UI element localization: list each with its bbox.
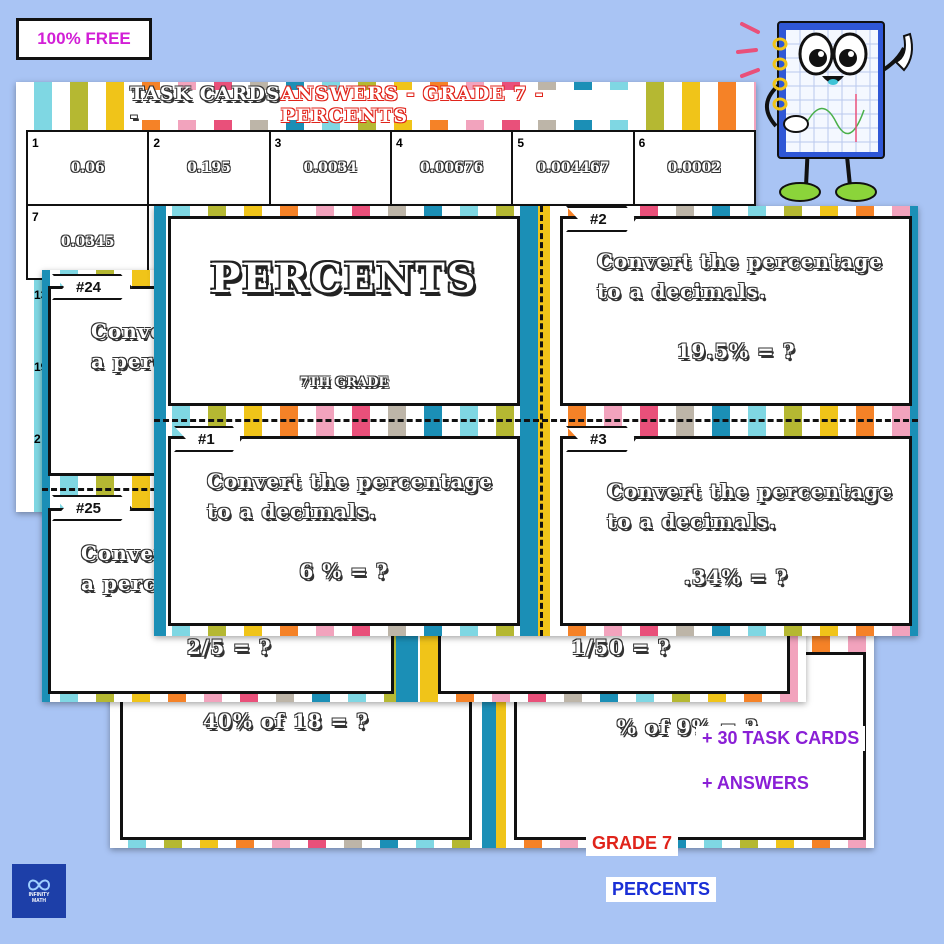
card-2-question: 19.5% = ?	[676, 339, 796, 363]
logo-line2: MATH	[31, 898, 47, 904]
card-25-line1: Conver	[81, 541, 166, 565]
card-2-line2: to a decimals.	[597, 279, 767, 303]
answer-cell: 4 0.00676	[389, 130, 514, 206]
infinity-icon	[27, 879, 51, 891]
card-2-line1: Convert the percentage	[597, 249, 883, 273]
card-3-line2: to a decimals.	[607, 509, 777, 533]
card-1-line1: Convert the percentage	[207, 469, 493, 493]
topic-label: PERCENTS	[606, 877, 717, 902]
middle-right-question: 1/50 = ?	[571, 635, 671, 659]
answer-cell: 1 0.06	[25, 130, 150, 206]
free-badge: 100% FREE	[16, 18, 152, 60]
answers-title-part1: TASK CARDS -	[130, 83, 281, 127]
graph-paper-mascot-icon	[736, 21, 913, 202]
back-card-a: 40% of 18 = ?	[120, 684, 472, 840]
answers-label: + ANSWERS	[696, 771, 815, 796]
grade-label: GRADE 7	[586, 831, 679, 856]
card-2: Convert the percentage to a decimals. 19…	[560, 216, 912, 406]
cover-grade: 7TH GRADE	[299, 375, 389, 390]
cover-title: PERCENTS	[210, 255, 478, 302]
card-3: Convert the percentage to a decimals. .3…	[560, 436, 912, 626]
card-3-question: .34% = ?	[683, 565, 789, 589]
answers-left-num-2: 2	[34, 432, 41, 446]
card-1-line2: to a decimals.	[207, 499, 377, 523]
card-3-line1: Convert the percentage	[607, 479, 893, 503]
back-card-a-question: 40% of 18 = ?	[203, 709, 369, 733]
cover-card: PERCENTS 7TH GRADE	[168, 216, 520, 406]
infinity-math-logo: INFINITY MATH	[12, 864, 66, 918]
answers-sheet-title: TASK CARDS - ANSWERS - GRADE 7 - PERCENT…	[130, 83, 640, 127]
front-sheet-horizontal-cut	[154, 419, 918, 422]
task-cards-label: + 30 TASK CARDS	[696, 726, 866, 751]
card-25-question: 2/5 = ?	[187, 635, 272, 659]
answer-cell: 7 0.0345	[25, 204, 150, 280]
answer-cell: 2 0.195	[147, 130, 271, 206]
answer-cell: 5 0.004467	[511, 130, 635, 206]
card-25-tag: #25	[52, 495, 132, 521]
card-24-tag: #24	[52, 274, 132, 300]
answers-title-part2: ANSWERS - GRADE 7 - PERCENTS	[280, 83, 545, 127]
card-1: Convert the percentage to a decimals. 6 …	[168, 436, 520, 626]
front-task-sheet: PERCENTS 7TH GRADE Convert the percentag…	[154, 206, 918, 636]
answer-cell: 3 0.0034	[268, 130, 392, 206]
card-1-question: 6 % = ?	[299, 559, 389, 583]
